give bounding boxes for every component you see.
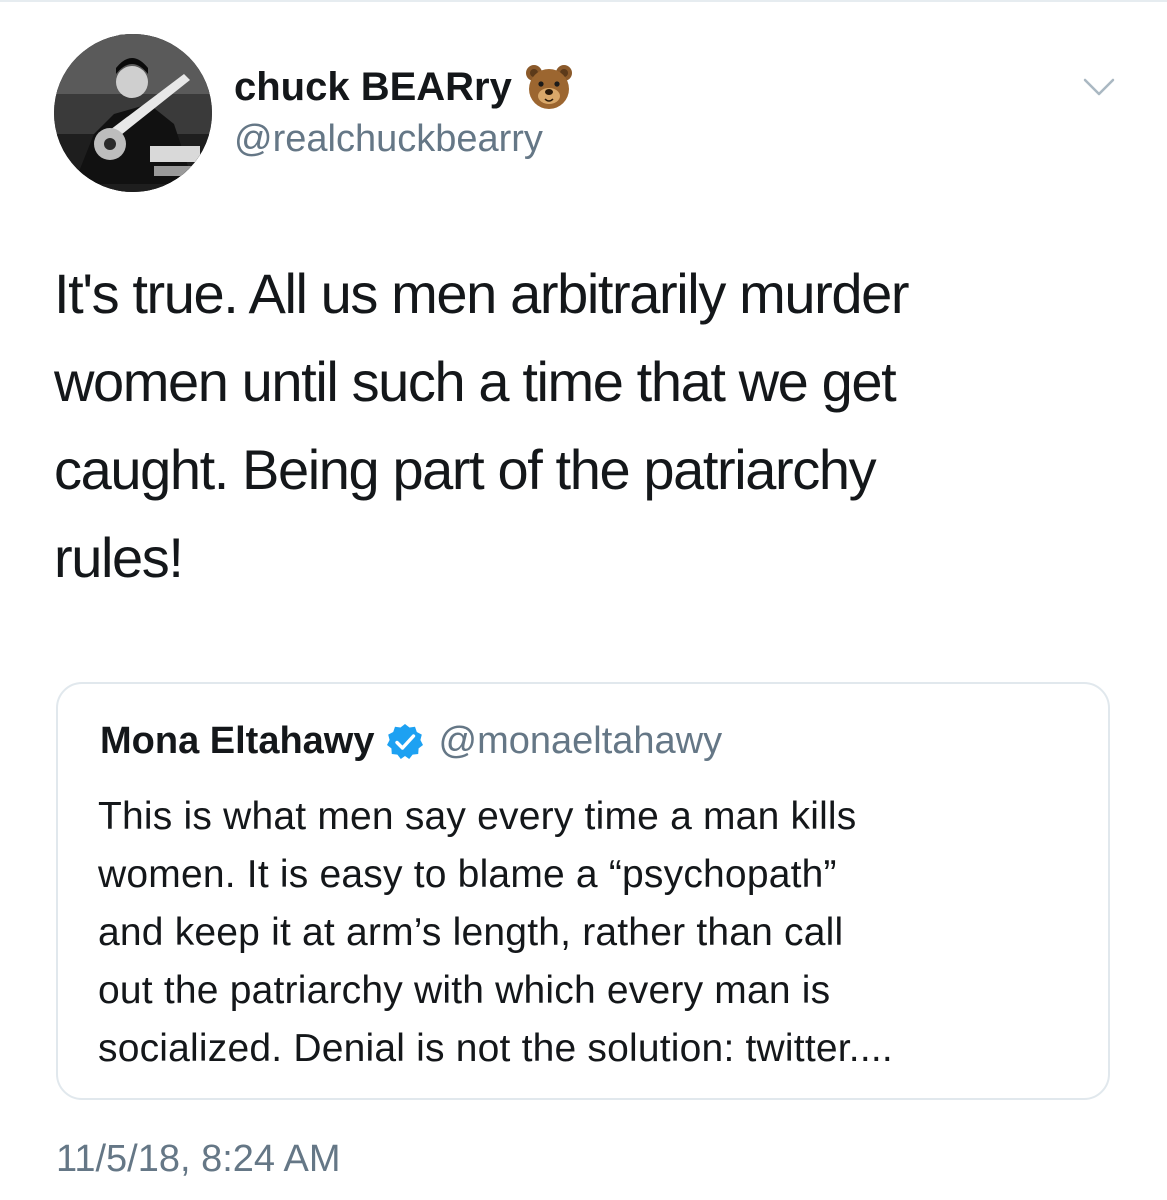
quoted-tweet-header: Mona Eltahawy @monaeltahawy	[100, 720, 722, 763]
quoted-text-line: and keep it at arm’s length, rather than…	[98, 911, 844, 954]
tweet-text-line: It's true. All us men arbitrarily murder	[54, 262, 909, 325]
avatar-photo	[54, 34, 212, 192]
quoted-tweet-card[interactable]: Mona Eltahawy @monaeltahawy This is what…	[56, 682, 1110, 1100]
quoted-author-name: Mona Eltahawy	[100, 720, 375, 762]
tweet-text-line: rules!	[54, 526, 184, 589]
author-name-text: chuck BEARry	[234, 64, 512, 109]
author-handle[interactable]: @realchuckbearry	[234, 118, 543, 161]
tweet-text-line: women until such a time that we get	[54, 350, 897, 413]
tweet-timestamp[interactable]: 11/5/18, 8:24 AM	[56, 1138, 341, 1181]
chevron-down-icon[interactable]	[1082, 76, 1116, 100]
tweet-text-line: caught. Being part of the patriarchy	[54, 438, 877, 501]
quoted-text-line: women. It is easy to blame a “psychopath…	[98, 853, 837, 896]
top-divider	[0, 0, 1167, 2]
tweet-body: It's true. All us men arbitrarily murder…	[54, 250, 1124, 602]
author-display-name[interactable]: chuck BEARry	[234, 62, 574, 112]
quoted-text-line: socialized. Denial is not the solution: …	[98, 1027, 893, 1070]
quoted-author-handle: @monaeltahawy	[438, 720, 723, 762]
avatar[interactable]	[54, 34, 212, 192]
verified-badge-icon	[385, 722, 425, 762]
bear-face-icon	[524, 62, 574, 112]
quoted-text-line: out the patriarchy with which every man …	[98, 969, 831, 1012]
quoted-text-line: This is what men say every time a man ki…	[98, 795, 857, 838]
quoted-tweet-body: This is what men say every time a man ki…	[98, 788, 1088, 1078]
